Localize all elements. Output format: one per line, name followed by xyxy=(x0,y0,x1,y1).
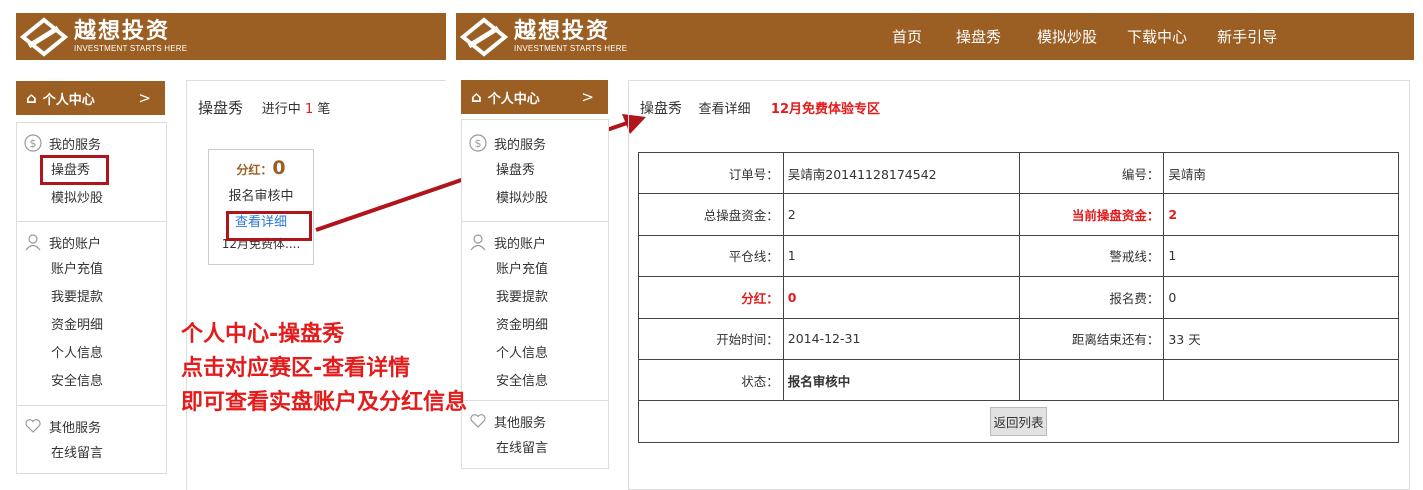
sidebar-group-account: 我的账户 xyxy=(17,228,166,256)
sidebar-item-online-message[interactable]: 在线留言 xyxy=(17,440,166,468)
nav-trading-show[interactable]: 操盘秀 xyxy=(956,26,1001,47)
nav-beginner-guide[interactable]: 新手引导 xyxy=(1217,26,1277,47)
chevron-right-icon: > xyxy=(138,89,151,107)
highlight-box-sidebar xyxy=(40,155,109,185)
code-value: 吴靖南 xyxy=(1163,151,1399,195)
dollar-icon: $ xyxy=(468,133,488,153)
order-detail-table: 订单号： 吴靖南20141128174542 编号： 吴靖南 总操盘资金： 2 当前操… xyxy=(638,151,1399,443)
table-row: 平仓线： 1 警戒线： 1 xyxy=(638,234,1399,278)
logo-diamond-icon xyxy=(20,16,68,57)
sidebar-item-simulated-trading[interactable]: 模拟炒股 xyxy=(462,185,608,213)
card-dividend: 分红：0 xyxy=(236,157,286,179)
breadcrumb-event: 12月免费体验专区 xyxy=(770,102,881,117)
sidebar-item-online-message[interactable]: 在线留言 xyxy=(462,435,608,463)
warning-line: 1 xyxy=(1163,234,1399,278)
breadcrumb: 操盘秀 查看详细 12月免费体验专区 xyxy=(640,98,880,118)
sidebar-item-security-info[interactable]: 安全信息 xyxy=(17,368,166,396)
user-icon xyxy=(468,232,488,252)
nav-simulated-trading[interactable]: 模拟炒股 xyxy=(1037,26,1097,47)
table-row: 总操盘资金： 2 当前操盘资金： 2 xyxy=(638,193,1399,236)
close-line: 1 xyxy=(782,234,1020,278)
breadcrumb-page: 查看详细 xyxy=(698,102,751,117)
main-nav: 首页 操盘秀 模拟炒股 下载中心 新手引导 xyxy=(892,13,1311,60)
breadcrumb-section[interactable]: 操盘秀 xyxy=(640,101,682,117)
trading-show-card[interactable]: 分红：0 报名审核中 查看详细 12月免费体.... xyxy=(208,149,314,265)
table-row: 分红： 0 报名费： 0 xyxy=(638,276,1399,319)
home-icon: ⌂ xyxy=(471,88,482,106)
sidebar-header-label: 个人中心 xyxy=(42,92,95,108)
dollar-icon: $ xyxy=(23,133,43,153)
back-to-list-button[interactable]: 返回列表 xyxy=(990,407,1047,437)
sidebar-item-withdraw[interactable]: 我要提款 xyxy=(17,284,166,312)
sidebar-group-services: $ 我的服务 xyxy=(462,129,608,157)
sidebar-header-right[interactable]: ⌂ 个人中心 > xyxy=(461,80,608,114)
sidebar-item-fund-details[interactable]: 资金明细 xyxy=(462,312,608,340)
start-time: 2014-12-31 xyxy=(782,317,1020,360)
svg-text:$: $ xyxy=(475,137,482,150)
brand-slogan: INVESTMENT STARTS HERE xyxy=(514,43,628,53)
entry-fee: 0 xyxy=(1163,276,1399,319)
home-icon: ⌂ xyxy=(26,89,37,107)
dividend-value: 0 xyxy=(782,276,1020,319)
sidebar-item-withdraw[interactable]: 我要提款 xyxy=(462,284,608,312)
sidebar-item-trading-show[interactable]: 操盘秀 xyxy=(462,157,608,185)
sidebar-item-security-info[interactable]: 安全信息 xyxy=(462,368,608,396)
current-capital: 2 xyxy=(1163,193,1399,236)
sidebar-header-left[interactable]: ⌂ 个人中心 > xyxy=(16,81,165,115)
brand-logo[interactable]: 越想投资 INVESTMENT STARTS HERE xyxy=(20,15,187,58)
sidebar-item-fund-details[interactable]: 资金明细 xyxy=(17,312,166,340)
header-bar-right: 越想投资 INVESTMENT STARTS HERE 首页 操盘秀 模拟炒股 … xyxy=(456,13,1414,60)
status-value: 报名审核中 xyxy=(782,358,1020,402)
brand-name: 越想投资 xyxy=(74,18,171,44)
sidebar-item-recharge[interactable]: 账户充值 xyxy=(462,256,608,284)
sidebar-group-services: $ 我的服务 xyxy=(17,129,166,157)
brand-name: 越想投资 xyxy=(514,18,611,44)
table-row: 返回列表 xyxy=(638,400,1399,443)
days-remaining: 33 天 xyxy=(1163,317,1399,360)
annotation-text: 个人中心-操盘秀 点击对应赛区-查看详情 即可查看实盘账户及分红信息 xyxy=(181,322,468,415)
svg-text:$: $ xyxy=(30,137,37,150)
sidebar-header-label: 个人中心 xyxy=(487,91,540,107)
sidebar-item-simulated-trading[interactable]: 模拟炒股 xyxy=(17,185,166,213)
user-icon xyxy=(23,232,43,252)
nav-home[interactable]: 首页 xyxy=(892,26,922,47)
table-row: 订单号： 吴靖南20141128174542 编号： 吴靖南 xyxy=(638,151,1399,195)
sidebar-item-recharge[interactable]: 账户充值 xyxy=(17,256,166,284)
brand-logo[interactable]: 越想投资 INVESTMENT STARTS HERE xyxy=(460,15,627,58)
heart-icon xyxy=(23,416,43,436)
sidebar-group-other: 其他服务 xyxy=(17,412,166,440)
logo-diamond-icon xyxy=(460,16,508,57)
nav-download-center[interactable]: 下载中心 xyxy=(1127,26,1187,47)
card-status: 报名审核中 xyxy=(228,189,294,204)
chevron-right-icon: > xyxy=(581,88,594,106)
order-number: 吴靖南20141128174542 xyxy=(782,151,1020,195)
header-bar-left: 越想投资 INVESTMENT STARTS HERE xyxy=(16,13,446,60)
sidebar-group-account: 我的账户 xyxy=(462,228,608,256)
total-capital: 2 xyxy=(782,193,1020,236)
table-row: 开始时间： 2014-12-31 距离结束还有： 33 天 xyxy=(638,317,1399,360)
heart-icon xyxy=(468,411,488,431)
sidebar-right: $ 我的服务 操盘秀 模拟炒股 我的账户 账户充值 我要提款 资金明细 个人信息… xyxy=(461,119,609,469)
sidebar-item-personal-info[interactable]: 个人信息 xyxy=(462,340,608,368)
brand-slogan: INVESTMENT STARTS HERE xyxy=(74,43,188,53)
sidebar-group-other: 其他服务 xyxy=(462,407,608,435)
sidebar-item-personal-info[interactable]: 个人信息 xyxy=(17,340,166,368)
table-row: 状态： 报名审核中 xyxy=(638,358,1399,402)
